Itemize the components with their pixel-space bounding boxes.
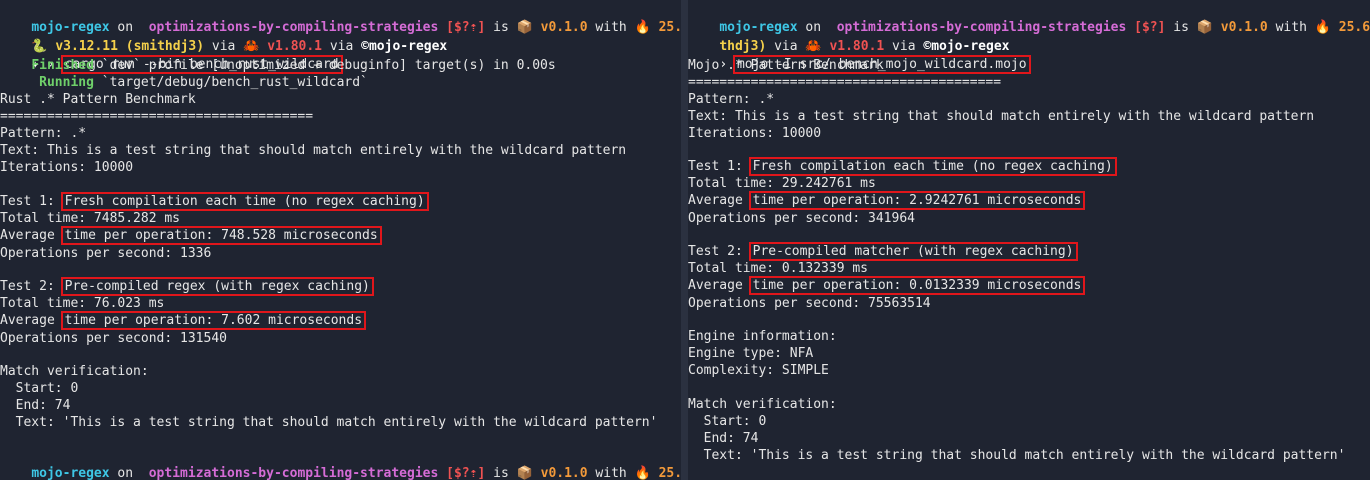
prompt-line-2: thdj3) via 🦀 v1.80.1 via ©mojo-regex [719, 39, 1010, 54]
text-line: Text: This is a test string that should … [688, 109, 1315, 124]
test1-highlight: Fresh compilation each time (no regex ca… [748, 157, 1117, 176]
test1-average-highlight: time per operation: 2.9242761 microsecon… [748, 191, 1086, 210]
fire-icon: 🔥 [634, 466, 651, 480]
bench-title: Rust .* Pattern Benchmark [0, 92, 196, 107]
test1-header: Test 1: Fresh compilation each time (no … [0, 192, 429, 211]
engine-info-title: Engine information: [688, 329, 837, 344]
match-text: Text: 'This is a test string that should… [0, 415, 658, 430]
prompt-line-1: mojo-regex on optimizations-by-compiling… [0, 2, 681, 35]
test2-average-highlight: time per operation: 0.0132339 microsecon… [748, 276, 1086, 295]
prompt-line-1: mojo-regex on optimizations-by-compiling… [719, 20, 1370, 35]
mojo-version: 25.6 [658, 20, 681, 35]
match-verification-title: Match verification: [0, 364, 149, 379]
package-icon: 📦 [516, 20, 533, 35]
test1-header: Test 1: Fresh compilation each time (no … [688, 157, 1117, 176]
fire-icon: 🔥 [1314, 20, 1331, 35]
engine-type: Engine type: NFA [688, 346, 814, 361]
test1-highlight: Fresh compilation each time (no regex ca… [60, 192, 429, 211]
cargo-running: Running `target/debug/bench_rust_wildcar… [39, 75, 368, 90]
prompt-line-4: 🐍 v3.12.11 (smithdj3) via 🦀 v1.80.1 via … [0, 464, 510, 480]
package-version: v0.1.0 [540, 20, 588, 35]
right-terminal-pane[interactable]: mojo-regex on optimizations-by-compiling… [688, 0, 1370, 480]
bench-title: Mojo .* Pattern Benchmark [688, 58, 884, 73]
package-icon: 📦 [1196, 20, 1213, 35]
left-terminal-pane[interactable]: mojo-regex on optimizations-by-compiling… [0, 0, 681, 480]
match-verification-title: Match verification: [688, 397, 837, 412]
test2-header: Test 2: Pre-compiled regex (with regex c… [0, 277, 374, 296]
test1-average: Average time per operation: 2.9242761 mi… [688, 191, 1086, 210]
pattern-line: Pattern: .* [0, 126, 87, 141]
command-line: › mojo -I src/ bench_mojo_wildcard.mojo [688, 39, 1031, 74]
test1-ops: Operations per second: 341964 [688, 211, 915, 226]
text-line: Text: This is a test string that should … [0, 143, 627, 158]
iterations-line: Iterations: 10000 [688, 126, 822, 141]
iterations-line: Iterations: 10000 [0, 160, 134, 175]
match-text: Text: 'This is a test string that should… [688, 448, 1346, 463]
separator: ======================================== [0, 109, 314, 124]
test2-header: Test 2: Pre-compiled matcher (with regex… [688, 242, 1078, 261]
test2-highlight: Pre-compiled matcher (with regex caching… [748, 242, 1078, 261]
pattern-line: Pattern: .* [688, 92, 775, 107]
match-start: Start: 0 [688, 414, 767, 429]
match-end: End: 74 [0, 398, 71, 413]
test2-ops: Operations per second: 75563514 [688, 296, 931, 311]
test2-average: Average time per operation: 0.0132339 mi… [688, 276, 1086, 295]
fire-icon: 🔥 [634, 20, 651, 35]
package-icon: 📦 [516, 466, 533, 480]
engine-complexity: Complexity: SIMPLE [688, 363, 829, 378]
test2-total: Total time: 76.023 ms [0, 296, 165, 311]
prompt-line-3: mojo-regex on optimizations-by-compiling… [31, 466, 681, 480]
test2-average-highlight: time per operation: 7.602 microseconds [60, 311, 367, 330]
match-end: End: 74 [688, 431, 759, 446]
test1-total: Total time: 29.242761 ms [688, 176, 876, 191]
separator: ======================================== [688, 75, 1002, 90]
test2-ops: Operations per second: 131540 [0, 331, 227, 346]
test2-total: Total time: 0.132339 ms [688, 261, 869, 276]
pane-divider[interactable] [681, 0, 688, 480]
test1-ops: Operations per second: 1336 [0, 246, 212, 261]
test2-average: Average time per operation: 7.602 micros… [0, 311, 367, 330]
match-start: Start: 0 [0, 381, 79, 396]
cargo-finished: Finished `dev` profile [unoptimized + de… [31, 58, 556, 73]
command-line: ✦ › cargo run --bin bench_rust_wildcard [0, 39, 343, 74]
git-status: [$?] [1134, 20, 1166, 35]
test1-average-highlight: time per operation: 748.528 microseconds [60, 226, 382, 245]
test1-total: Total time: 7485.282 ms [0, 211, 181, 226]
test2-highlight: Pre-compiled regex (with regex caching) [60, 277, 374, 296]
test1-average: Average time per operation: 748.528 micr… [0, 226, 382, 245]
env-name: mojo-regex [368, 39, 448, 54]
prompt-line-2: 🐍 v3.12.11 (smithdj3) via 🦀 v1.80.1 via … [31, 39, 448, 54]
git-status: [$?⇡] [446, 20, 486, 35]
env-icon: © [361, 39, 369, 54]
